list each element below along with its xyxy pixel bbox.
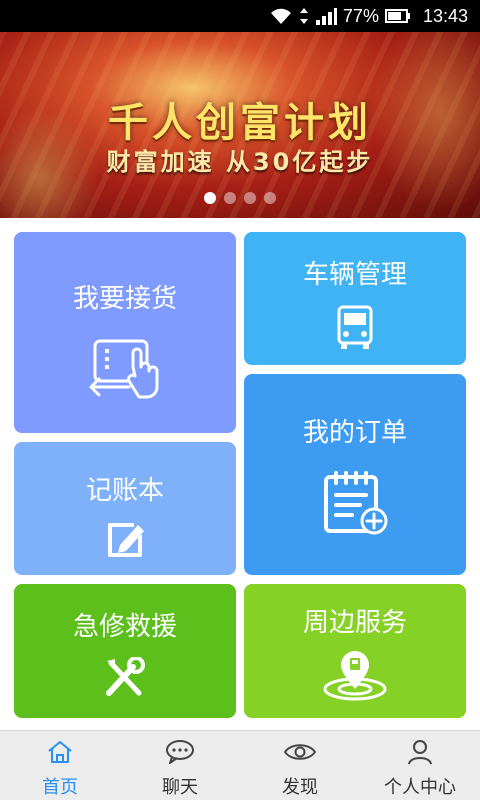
feature-grid: 我要接货 车辆管理 我的订单 记账本 急修救援 周边服务	[0, 218, 480, 730]
banner-subtitle: 财富加速 从30亿起步	[106, 148, 374, 176]
chat-icon	[164, 739, 196, 769]
wifi-icon	[269, 6, 293, 26]
tab-label: 个人中心	[384, 777, 456, 798]
truck-icon	[335, 305, 375, 351]
tab-profile[interactable]: 个人中心	[360, 731, 480, 800]
pager-dot[interactable]	[204, 192, 216, 204]
signal-icon	[315, 6, 337, 26]
banner-title: 千人创富计划	[108, 100, 372, 146]
vehicle-management-tile[interactable]: 车辆管理	[244, 232, 466, 365]
receive-goods-tile[interactable]: 我要接货	[14, 232, 236, 433]
tools-icon	[103, 657, 147, 699]
battery-percent: 77%	[342, 5, 379, 26]
nearby-services-tile[interactable]: 周边服务	[244, 584, 466, 718]
location-pin-icon	[321, 649, 389, 701]
battery-icon	[384, 8, 411, 24]
emergency-repair-tile[interactable]: 急修救援	[14, 584, 236, 718]
pager-dot[interactable]	[244, 192, 256, 204]
eye-icon	[283, 739, 317, 769]
vehicle-management-label: 车辆管理	[302, 260, 407, 290]
order-add-icon	[320, 471, 390, 537]
home-icon	[45, 739, 75, 769]
tablet-touch-icon	[89, 337, 161, 401]
receive-goods-label: 我要接货	[72, 284, 177, 314]
emergency-repair-label: 急修救援	[72, 612, 177, 642]
banner-pager	[0, 192, 480, 204]
promo-banner[interactable]: 千人创富计划 财富加速 从30亿起步	[0, 32, 480, 218]
data-arrows-icon	[299, 6, 309, 26]
nearby-services-label: 周边服务	[302, 608, 407, 638]
ledger-label: 记账本	[85, 476, 164, 506]
status-bar: 77% 13:43	[0, 0, 480, 32]
bottom-tab-bar: 首页 聊天 发现 个人中心	[0, 730, 480, 800]
tab-chat[interactable]: 聊天	[120, 731, 240, 800]
edit-icon	[104, 519, 146, 559]
tab-discover[interactable]: 发现	[240, 731, 360, 800]
pager-dot[interactable]	[264, 192, 276, 204]
tab-label: 聊天	[162, 777, 198, 798]
my-orders-tile[interactable]: 我的订单	[244, 374, 466, 575]
tab-home[interactable]: 首页	[0, 731, 120, 800]
tab-label: 首页	[42, 777, 78, 798]
ledger-tile[interactable]: 记账本	[14, 442, 236, 575]
pager-dot[interactable]	[224, 192, 236, 204]
my-orders-label: 我的订单	[302, 418, 407, 448]
person-icon	[406, 739, 434, 769]
tab-label: 发现	[282, 777, 318, 798]
clock: 13:43	[422, 5, 468, 26]
